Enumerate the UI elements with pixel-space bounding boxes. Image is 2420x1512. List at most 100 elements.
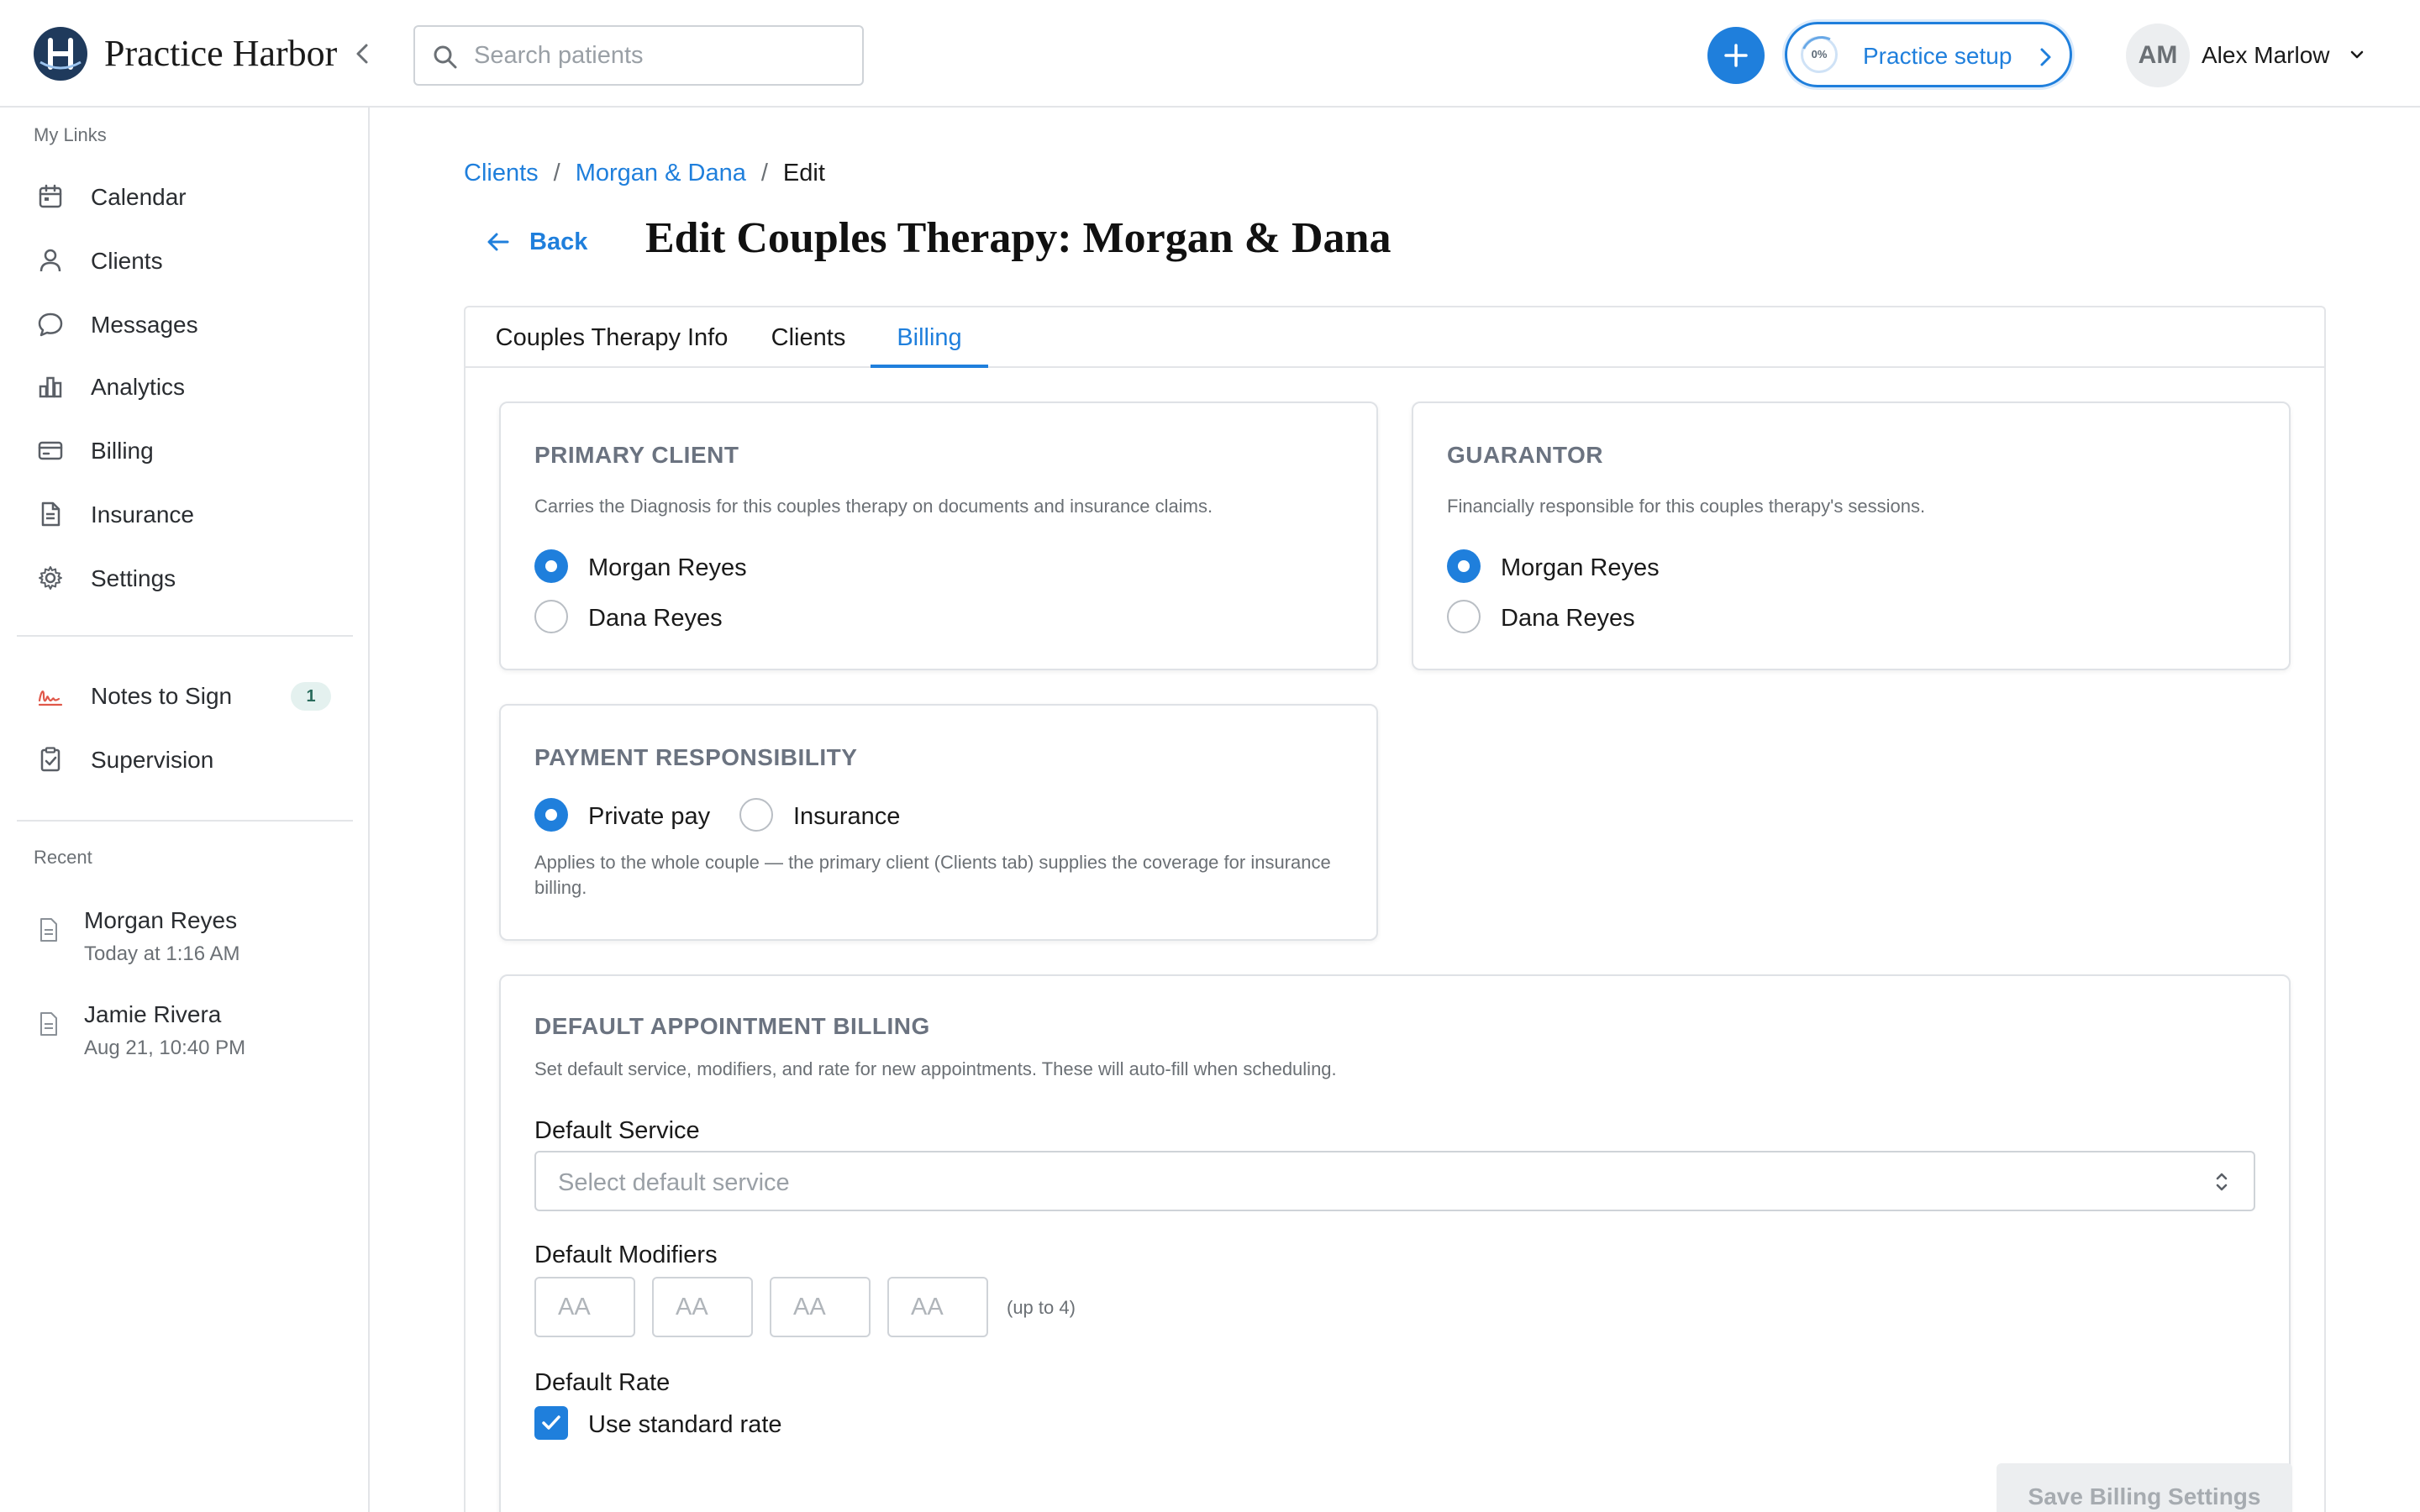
sidebar-item-label: Clients: [91, 248, 163, 274]
guarantor-option-dana[interactable]: Dana Reyes: [1447, 598, 1783, 635]
sidebar-item-settings[interactable]: Settings: [17, 551, 353, 605]
user-avatar[interactable]: AM: [2126, 24, 2190, 87]
sidebar-item-label: Supervision: [91, 747, 214, 773]
practice-logo[interactable]: [34, 27, 87, 81]
page-title: Edit Couples Therapy: Morgan & Dana: [645, 214, 1392, 262]
payment-responsibility-card: PAYMENT RESPONSIBILITY Private pay Insur…: [499, 704, 1378, 941]
radio-label: Dana Reyes: [588, 605, 723, 632]
default-billing-description: Set default service, modifiers, and rate…: [534, 1058, 1337, 1079]
recent-item-name: Morgan Reyes: [84, 907, 238, 933]
radio-label: Dana Reyes: [1501, 605, 1635, 632]
recent-item-name: Jamie Rivera: [84, 1001, 222, 1027]
search-input[interactable]: [474, 37, 844, 74]
sidebar-item-billing[interactable]: Billing: [17, 423, 353, 477]
search-icon: [434, 45, 457, 69]
practice-setup-label: Practice setup: [1863, 43, 2012, 69]
sidebar-item-messages[interactable]: Messages: [17, 297, 353, 351]
tab-couples-therapy-info[interactable]: Couples Therapy Info: [492, 307, 731, 368]
payment-title: PAYMENT RESPONSIBILITY: [534, 744, 858, 770]
chevron-left-icon: [356, 44, 368, 64]
user-name[interactable]: Alex Marlow: [2202, 42, 2329, 69]
gear-icon: [39, 566, 62, 590]
guarantor-option-morgan[interactable]: Morgan Reyes: [1447, 548, 1783, 585]
guarantor-card: GUARANTOR Financially responsible for th…: [1412, 402, 2291, 670]
radio-button-checked[interactable]: [534, 798, 568, 832]
use-standard-rate-checkbox[interactable]: [534, 1406, 568, 1440]
document-icon: [40, 1012, 57, 1036]
sidebar-item-label: Calendar: [91, 184, 187, 210]
save-billing-settings-button[interactable]: Save Billing Settings: [1996, 1463, 2292, 1512]
primary-client-card: PRIMARY CLIENT Carries the Diagnosis for…: [499, 402, 1378, 670]
sidebar-item-label: Notes to Sign: [91, 683, 233, 709]
plus-icon: [1724, 44, 1748, 67]
breadcrumb-separator: /: [553, 160, 560, 186]
tab-billing[interactable]: Billing: [871, 307, 988, 368]
sidebar-divider: [17, 635, 353, 637]
modifier-input-1[interactable]: [534, 1277, 635, 1337]
breadcrumb-couple-link[interactable]: Morgan & Dana: [576, 160, 746, 186]
top-header: Practice Harbor 0% Practice setup AM Ale…: [0, 0, 2420, 108]
default-service-label: Default Service: [534, 1117, 700, 1144]
radio-button[interactable]: [534, 600, 568, 633]
use-standard-rate-label[interactable]: Use standard rate: [588, 1411, 782, 1439]
person-icon: [39, 249, 61, 272]
sidebar-item-insurance[interactable]: Insurance: [17, 487, 353, 541]
payment-option-private-pay[interactable]: Private pay: [534, 796, 719, 833]
recent-item-time: Aug 21, 10:40 PM: [84, 1037, 246, 1059]
setup-progress-ring: 0%: [1801, 36, 1838, 73]
breadcrumb-current: Edit: [782, 160, 825, 186]
arrow-left-icon: [487, 233, 509, 251]
search-box: [413, 25, 864, 86]
modifier-input-2[interactable]: [652, 1277, 753, 1337]
primary-client-description: Carries the Diagnosis for this couples t…: [534, 496, 1213, 517]
default-billing-title: DEFAULT APPOINTMENT BILLING: [534, 1013, 930, 1039]
sidebar: My Links Calendar Clients Messages Analy…: [0, 108, 370, 1512]
breadcrumb-separator: /: [760, 160, 768, 186]
primary-client-option-dana[interactable]: Dana Reyes: [534, 598, 871, 635]
guarantor-description: Financially responsible for this couples…: [1447, 496, 1926, 517]
default-service-select[interactable]: Select default service: [534, 1151, 2255, 1211]
document-icon: [41, 501, 60, 527]
clipboard-check-icon: [40, 747, 60, 772]
radio-label: Private pay: [588, 803, 711, 830]
document-icon: [40, 918, 57, 942]
sidebar-divider: [17, 820, 353, 822]
sidebar-item-clients[interactable]: Clients: [17, 234, 353, 287]
tab-clients[interactable]: Clients: [770, 307, 847, 368]
recent-item-jamie-rivera[interactable]: Jamie Rivera Aug 21, 10:40 PM: [17, 995, 353, 1075]
radio-label: Morgan Reyes: [588, 554, 747, 581]
chat-icon: [38, 312, 63, 337]
sidebar-item-label: Settings: [91, 565, 176, 591]
default-billing-card: DEFAULT APPOINTMENT BILLING Set default …: [499, 974, 2292, 1512]
radio-button-checked[interactable]: [534, 549, 568, 583]
radio-button[interactable]: [1447, 600, 1481, 633]
signature-icon: [38, 690, 63, 706]
brand-name: Practice Harbor: [104, 33, 338, 74]
collapse-sidebar-button[interactable]: [348, 39, 376, 69]
modifier-input-3[interactable]: [770, 1277, 871, 1337]
tabs-panel: Couples Therapy Info Clients Billing PRI…: [464, 306, 2326, 1512]
sidebar-item-analytics[interactable]: Analytics: [17, 360, 353, 413]
payment-option-insurance[interactable]: Insurance: [739, 796, 924, 833]
add-new-button[interactable]: [1707, 27, 1765, 84]
modifier-input-4[interactable]: [887, 1277, 988, 1337]
sidebar-item-label: Insurance: [91, 501, 194, 528]
back-button[interactable]: Back: [477, 220, 595, 264]
breadcrumb-clients-link[interactable]: Clients: [464, 160, 539, 186]
sidebar-item-label: Messages: [91, 312, 198, 338]
guarantor-title: GUARANTOR: [1447, 442, 1603, 468]
practice-setup-button[interactable]: 0% Practice setup: [1785, 22, 2072, 87]
recent-item-morgan-reyes[interactable]: Morgan Reyes Today at 1:16 AM: [17, 900, 353, 981]
chevron-down-icon[interactable]: [2348, 47, 2366, 62]
radio-button[interactable]: [739, 798, 773, 832]
checkmark-icon: [542, 1415, 560, 1430]
sidebar-item-supervision[interactable]: Supervision: [17, 732, 353, 786]
radio-button-checked[interactable]: [1447, 549, 1481, 583]
sidebar-item-calendar[interactable]: Calendar: [17, 170, 353, 223]
recent-title: Recent: [34, 847, 92, 868]
modifiers-hint: (up to 4): [1007, 1297, 1076, 1318]
primary-client-option-morgan[interactable]: Morgan Reyes: [534, 548, 871, 585]
sidebar-item-notes-to-sign[interactable]: Notes to Sign 1: [17, 669, 353, 722]
my-links-title: My Links: [34, 124, 107, 145]
radio-label: Morgan Reyes: [1501, 554, 1660, 581]
